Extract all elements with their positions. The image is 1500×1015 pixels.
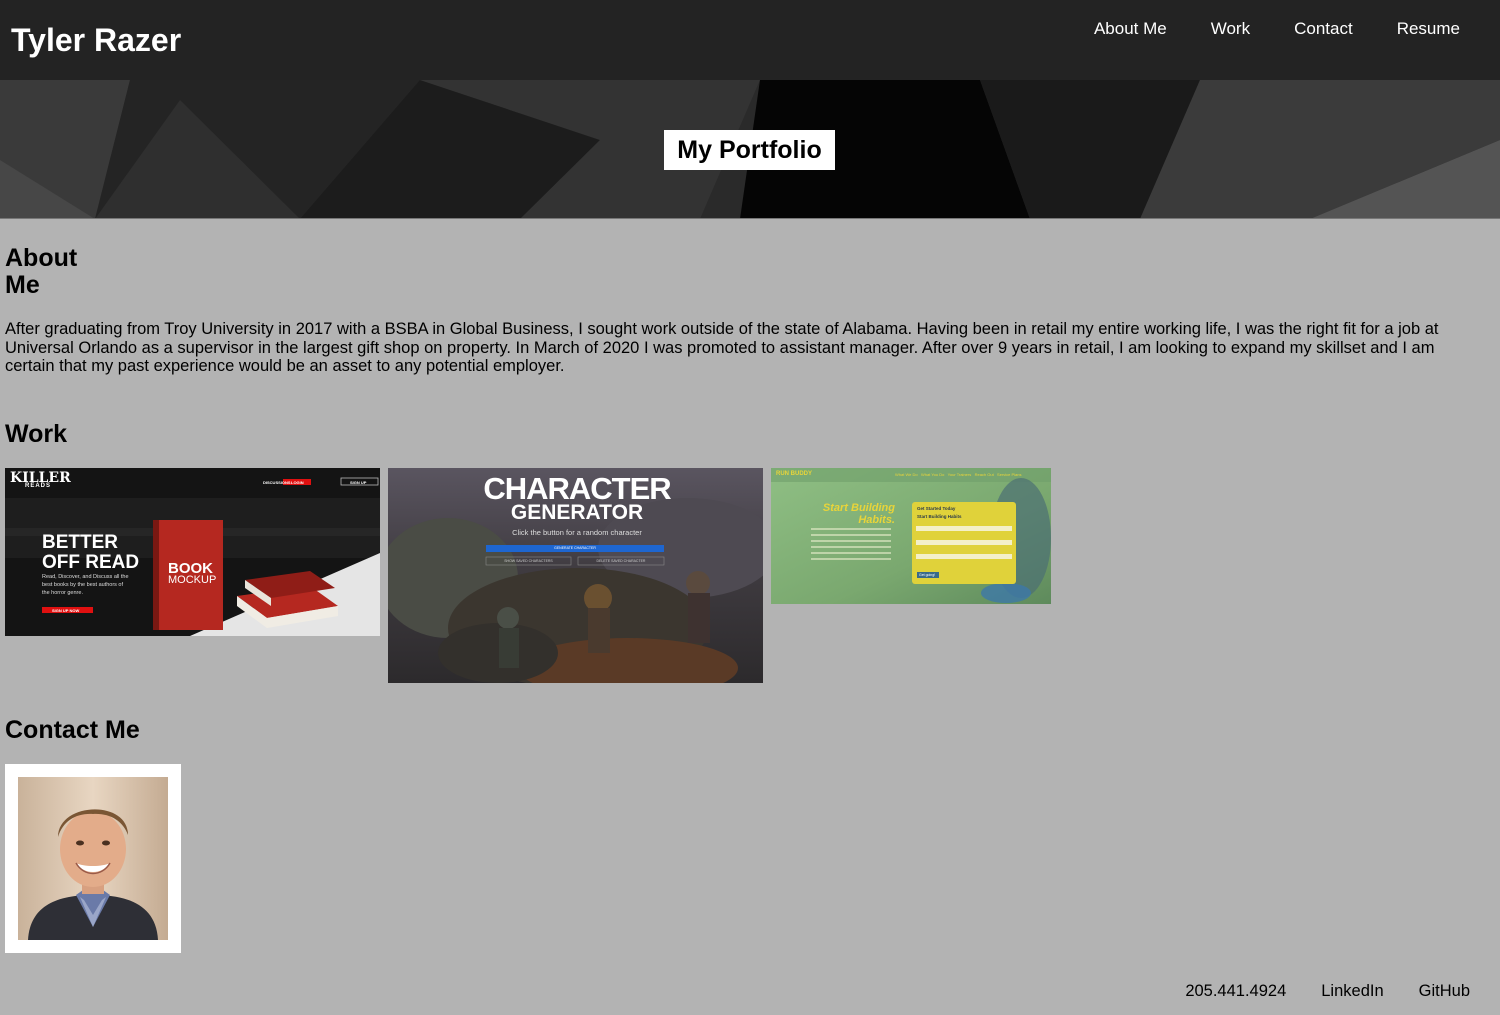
killer-reads-headline-1: BETTER bbox=[42, 532, 118, 553]
nav-link-contact[interactable]: Contact bbox=[1294, 19, 1353, 39]
nav-link-about[interactable]: About Me bbox=[1094, 19, 1167, 39]
nav-link-work[interactable]: Work bbox=[1211, 19, 1250, 39]
nav-link-resume[interactable]: Resume bbox=[1397, 19, 1460, 39]
project-character-generator[interactable]: CHARACTER GENERATOR Click the button for… bbox=[388, 468, 763, 683]
killer-reads-tagline-3: the horror genre. bbox=[42, 590, 83, 596]
hero-title: My Portfolio bbox=[664, 130, 835, 170]
project-run-buddy[interactable]: RUN BUDDY What We Do What You Do Your Tr… bbox=[771, 468, 1051, 604]
footer-links: 205.441.4924 LinkedIn GitHub bbox=[1150, 981, 1470, 1001]
project-killer-reads[interactable]: KILLER READS DISCUSSIONS LOGIN SIGN UP B… bbox=[5, 468, 380, 636]
main-nav: About Me Work Contact Resume bbox=[1050, 19, 1460, 39]
killer-reads-nav-signup: SIGN UP bbox=[350, 480, 367, 485]
site-brand: Tyler Razer bbox=[11, 22, 182, 58]
work-heading: Work bbox=[5, 420, 68, 448]
run-buddy-logo: RUN BUDDY bbox=[776, 471, 812, 477]
character-generator-show-button: SHOW SAVED CHARACTERS bbox=[504, 559, 553, 563]
site-header: Tyler Razer About Me Work Contact Resume bbox=[0, 0, 1500, 80]
run-buddy-screenshot bbox=[771, 468, 1051, 604]
run-buddy-submit: Get going! bbox=[919, 573, 936, 577]
killer-reads-nav-discussions: DISCUSSIONS bbox=[263, 480, 291, 485]
killer-reads-logo-sub: READS bbox=[25, 483, 52, 489]
about-text: After graduating from Troy University in… bbox=[5, 320, 1439, 375]
character-generator-title-2: GENERATOR bbox=[510, 501, 644, 524]
character-generator-delete-button: DELETE SAVED CHARACTER bbox=[596, 559, 646, 563]
run-buddy-nav: What We Do What You Do Your Trainers Rea… bbox=[895, 472, 1022, 477]
run-buddy-headline-2: Habits. bbox=[858, 514, 895, 526]
killer-reads-nav-login: LOGIN bbox=[291, 480, 304, 485]
profile-photo bbox=[5, 764, 181, 953]
hero-banner: My Portfolio bbox=[0, 80, 1500, 219]
about-heading: About Me bbox=[5, 244, 78, 299]
killer-reads-book-title-2: MOCKUP bbox=[168, 574, 217, 586]
killer-reads-tagline-2: best books by the best authors of bbox=[42, 582, 124, 588]
character-generator-generate-button: GENERATE CHARACTER bbox=[554, 546, 596, 550]
contact-heading: Contact Me bbox=[5, 716, 140, 744]
footer-github-link[interactable]: GitHub bbox=[1419, 981, 1470, 1001]
killer-reads-cta: SIGN UP NOW bbox=[52, 608, 80, 613]
killer-reads-tagline-1: Read, Discover, and Discuss all the bbox=[42, 574, 129, 580]
run-buddy-headline-1: Start Building bbox=[822, 502, 895, 514]
profile-photo-image bbox=[18, 777, 168, 940]
character-generator-subtitle: Click the button for a random character bbox=[512, 528, 642, 537]
footer-linkedin-link[interactable]: LinkedIn bbox=[1321, 981, 1383, 1001]
footer-phone-link[interactable]: 205.441.4924 bbox=[1185, 981, 1286, 1001]
run-buddy-form-title-2: Start Building Habits bbox=[917, 514, 962, 519]
killer-reads-headline-2: OFF READ bbox=[42, 552, 140, 573]
run-buddy-form-title-1: Get Started Today bbox=[917, 506, 956, 511]
